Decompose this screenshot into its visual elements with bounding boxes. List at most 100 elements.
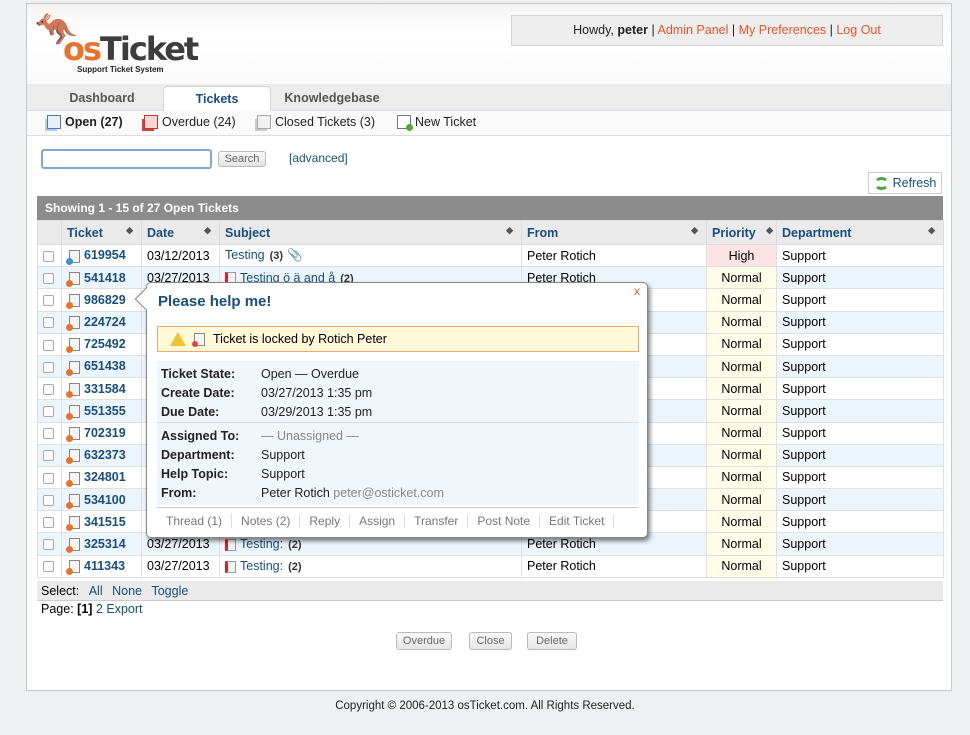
- ticket-number-link[interactable]: 411343: [84, 559, 125, 573]
- ticket-icon: [66, 493, 80, 509]
- ticket-number-link[interactable]: 551355: [84, 404, 126, 418]
- info-value: — Unassigned —: [261, 429, 359, 443]
- open-tickets-icon: [47, 115, 61, 129]
- table-header-row: Ticket ◆ Date ◆ Subject ◆ From ◆ Priority ◆ D…: [37, 220, 944, 245]
- separator: |: [651, 23, 655, 37]
- col-from[interactable]: From ◆: [521, 220, 707, 245]
- tab-knowledgebase[interactable]: Knowledgebase: [277, 86, 387, 111]
- ticket-number-link[interactable]: 632373: [84, 448, 126, 462]
- from-name: Peter Rotich: [261, 485, 330, 500]
- subject-link[interactable]: Testing: [225, 248, 265, 262]
- row-checkbox[interactable]: [43, 561, 54, 573]
- info-key: Create Date:: [161, 385, 235, 400]
- ticket-number-link[interactable]: 224724: [84, 315, 126, 329]
- attachment-icon: 📎: [287, 248, 303, 263]
- ticket-icon: [66, 294, 80, 310]
- ticket-number-link[interactable]: 725492: [84, 337, 126, 351]
- row-checkbox[interactable]: [43, 250, 54, 262]
- ticket-number-link[interactable]: 541418: [84, 271, 126, 285]
- ticket-number-link[interactable]: 619954: [84, 248, 126, 262]
- tab-dashboard[interactable]: Dashboard: [47, 86, 157, 111]
- col-priority[interactable]: Priority ◆: [706, 220, 777, 245]
- subject-link[interactable]: Testing:: [240, 559, 283, 573]
- close-button[interactable]: Close: [469, 632, 512, 650]
- advanced-search-link[interactable]: [advanced]: [289, 151, 348, 165]
- search-button[interactable]: Search: [218, 151, 266, 167]
- delete-button[interactable]: Delete: [527, 632, 577, 650]
- info-value: Support: [261, 447, 305, 462]
- row-checkbox[interactable]: [43, 272, 54, 284]
- thread-link[interactable]: Thread (1): [157, 514, 233, 528]
- my-preferences-link[interactable]: My Preferences: [739, 23, 827, 37]
- select-all-link[interactable]: All: [89, 584, 103, 598]
- page-2-link[interactable]: 2: [96, 602, 103, 616]
- select-none-link[interactable]: None: [112, 584, 142, 598]
- ticket-number-link[interactable]: 651438: [84, 359, 126, 373]
- edit-ticket-link[interactable]: Edit Ticket: [540, 514, 615, 528]
- info-row: Department: Support: [161, 445, 635, 464]
- row-checkbox[interactable]: [43, 361, 54, 373]
- ticket-cell: 619954: [61, 243, 142, 268]
- select-label: Select:: [41, 584, 80, 598]
- row-checkbox[interactable]: [43, 317, 54, 329]
- sort-icon: ◆: [506, 225, 513, 235]
- row-checkbox[interactable]: [43, 295, 54, 307]
- ticket-number-link[interactable]: 325314: [84, 537, 126, 551]
- post-note-link[interactable]: Post Note: [468, 514, 541, 528]
- tab-tickets[interactable]: Tickets: [163, 86, 271, 111]
- export-link[interactable]: Export: [106, 602, 142, 616]
- overdue-button[interactable]: Overdue: [396, 632, 452, 650]
- subject-link[interactable]: Testing:: [240, 537, 283, 551]
- subnav-closed[interactable]: Closed Tickets (3): [257, 115, 375, 129]
- row-checkbox[interactable]: [43, 539, 54, 551]
- assign-link[interactable]: Assign: [350, 514, 406, 528]
- row-checkbox[interactable]: [43, 472, 54, 484]
- subnav-open[interactable]: Open (27): [47, 115, 123, 129]
- row-checkbox[interactable]: [43, 406, 54, 418]
- priority-cell: Normal: [706, 443, 777, 467]
- footer: Copyright © 2006-2013 osTicket.com. All …: [335, 700, 635, 712]
- admin-panel-link[interactable]: Admin Panel: [658, 23, 729, 37]
- row-select-cell: [37, 421, 62, 445]
- info-value: Support: [261, 466, 305, 481]
- department-cell: Support: [776, 443, 944, 467]
- row-checkbox[interactable]: [43, 383, 54, 395]
- logo[interactable]: 🦘 osTicket Support Ticket System: [33, 8, 213, 78]
- ticket-cell: 411343: [61, 554, 142, 578]
- ticket-number-link[interactable]: 331584: [84, 382, 126, 396]
- row-checkbox[interactable]: [43, 339, 54, 351]
- transfer-link[interactable]: Transfer: [405, 514, 469, 528]
- row-checkbox[interactable]: [43, 450, 54, 462]
- subject-cell: Testing: (2): [219, 554, 522, 578]
- col-ticket[interactable]: Ticket ◆: [61, 220, 142, 245]
- notes-link[interactable]: Notes (2): [232, 514, 301, 528]
- subnav-overdue[interactable]: Overdue (24): [144, 115, 236, 129]
- row-checkbox[interactable]: [43, 428, 54, 440]
- ticket-number-link[interactable]: 341515: [84, 515, 126, 529]
- row-checkbox[interactable]: [43, 517, 54, 529]
- priority-cell: Normal: [706, 421, 777, 445]
- col-date[interactable]: Date ◆: [141, 220, 220, 245]
- close-icon[interactable]: x: [634, 284, 640, 298]
- select-toggle-link[interactable]: Toggle: [151, 584, 188, 598]
- ticket-number-link[interactable]: 986829: [84, 293, 126, 307]
- ticket-number-link[interactable]: 324801: [84, 470, 126, 484]
- new-ticket-icon: [397, 115, 413, 131]
- col-label: Subject: [225, 225, 271, 240]
- subnav-new-ticket[interactable]: New Ticket: [397, 115, 476, 131]
- ticket-cell: 651438: [61, 354, 142, 379]
- reply-link[interactable]: Reply: [300, 514, 351, 528]
- refresh-button[interactable]: Refresh: [868, 172, 942, 194]
- sort-icon: ◆: [766, 225, 773, 235]
- ticket-cell: 986829: [61, 288, 142, 312]
- logout-link[interactable]: Log Out: [836, 23, 880, 37]
- col-department[interactable]: Department ◆: [776, 220, 944, 245]
- ticket-number-link[interactable]: 534100: [84, 493, 126, 507]
- search-input[interactable]: [41, 149, 212, 169]
- ticket-preview-popup: Please help me! x Ticket is locked by Ro…: [134, 282, 648, 538]
- priority-cell: Normal: [706, 510, 777, 534]
- row-checkbox[interactable]: [43, 494, 54, 506]
- ticket-number-link[interactable]: 702319: [84, 426, 126, 440]
- col-subject[interactable]: Subject ◆: [219, 220, 522, 245]
- main-nav: Dashboard Tickets Knowledgebase: [27, 84, 951, 111]
